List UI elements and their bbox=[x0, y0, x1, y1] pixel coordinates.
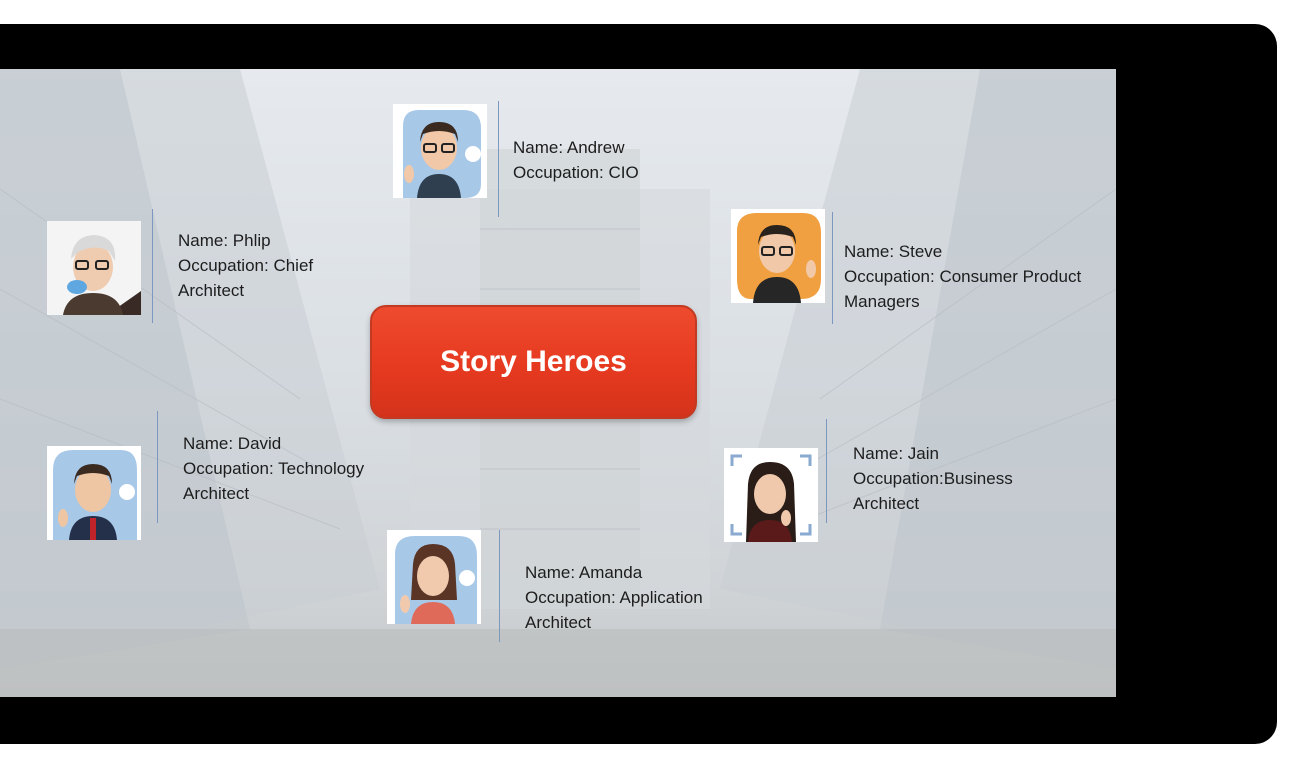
hero-name: Name: David bbox=[183, 434, 282, 453]
avatar-david-icon bbox=[53, 450, 137, 540]
avatar-amanda-icon bbox=[387, 530, 481, 624]
hero-name: Name: Jain bbox=[853, 444, 939, 463]
hero-occupation: Occupation: Technology bbox=[183, 459, 365, 478]
hero-occupation: Architect bbox=[178, 281, 245, 300]
avatar-amanda bbox=[387, 530, 481, 624]
avatar-steve bbox=[731, 209, 825, 303]
hero-occupation: Architect bbox=[525, 613, 592, 632]
avatar-andrew-icon bbox=[403, 110, 481, 198]
divider bbox=[152, 209, 153, 323]
hero-info-andrew: Name: Andrew Occupation: CIO bbox=[513, 135, 639, 185]
avatar-andrew bbox=[393, 104, 487, 198]
hero-occupation: Occupation: Consumer Product bbox=[844, 267, 1082, 286]
story-heroes-title-box: Story Heroes bbox=[370, 305, 697, 419]
hero-occupation: Occupation: Chief bbox=[178, 256, 314, 275]
hero-info-steve: Name: Steve Occupation: Consumer Product… bbox=[844, 239, 1081, 314]
hero-info-amanda: Name: Amanda Occupation: Application Arc… bbox=[525, 560, 703, 635]
hero-info-phlip: Name: Phlip Occupation: Chief Architect bbox=[178, 228, 313, 303]
hero-name: Name: Amanda bbox=[525, 563, 643, 582]
avatar-steve-icon bbox=[731, 209, 825, 303]
slide-title: Story Heroes bbox=[440, 345, 627, 378]
avatar-jain bbox=[724, 448, 818, 542]
divider bbox=[157, 411, 158, 523]
divider bbox=[832, 212, 833, 324]
hero-name: Name: Steve bbox=[844, 242, 943, 261]
hero-occupation: Architect bbox=[853, 494, 920, 513]
hero-occupation: Occupation: Application bbox=[525, 588, 703, 607]
hero-info-jain: Name: Jain Occupation:Business Architect bbox=[853, 441, 1013, 516]
hero-name: Name: Phlip bbox=[178, 231, 271, 250]
divider bbox=[498, 101, 499, 217]
hero-occupation: Managers bbox=[844, 292, 920, 311]
slide: Name: Andrew Occupation: CIO Name: Phlip… bbox=[0, 69, 1116, 697]
avatar-david bbox=[47, 446, 141, 540]
hero-occupation: Occupation:Business bbox=[853, 469, 1013, 488]
avatar-phlip-icon bbox=[47, 221, 141, 315]
hero-name: Name: Andrew bbox=[513, 138, 625, 157]
hero-occupation: Architect bbox=[183, 484, 250, 503]
avatar-jain-icon bbox=[724, 448, 818, 542]
divider bbox=[499, 530, 500, 642]
video-frame: Name: Andrew Occupation: CIO Name: Phlip… bbox=[0, 24, 1277, 744]
avatar-phlip bbox=[47, 221, 141, 315]
divider bbox=[826, 419, 827, 523]
hero-info-david: Name: David Occupation: Technology Archi… bbox=[183, 431, 364, 506]
hero-occupation: Occupation: CIO bbox=[513, 163, 639, 182]
